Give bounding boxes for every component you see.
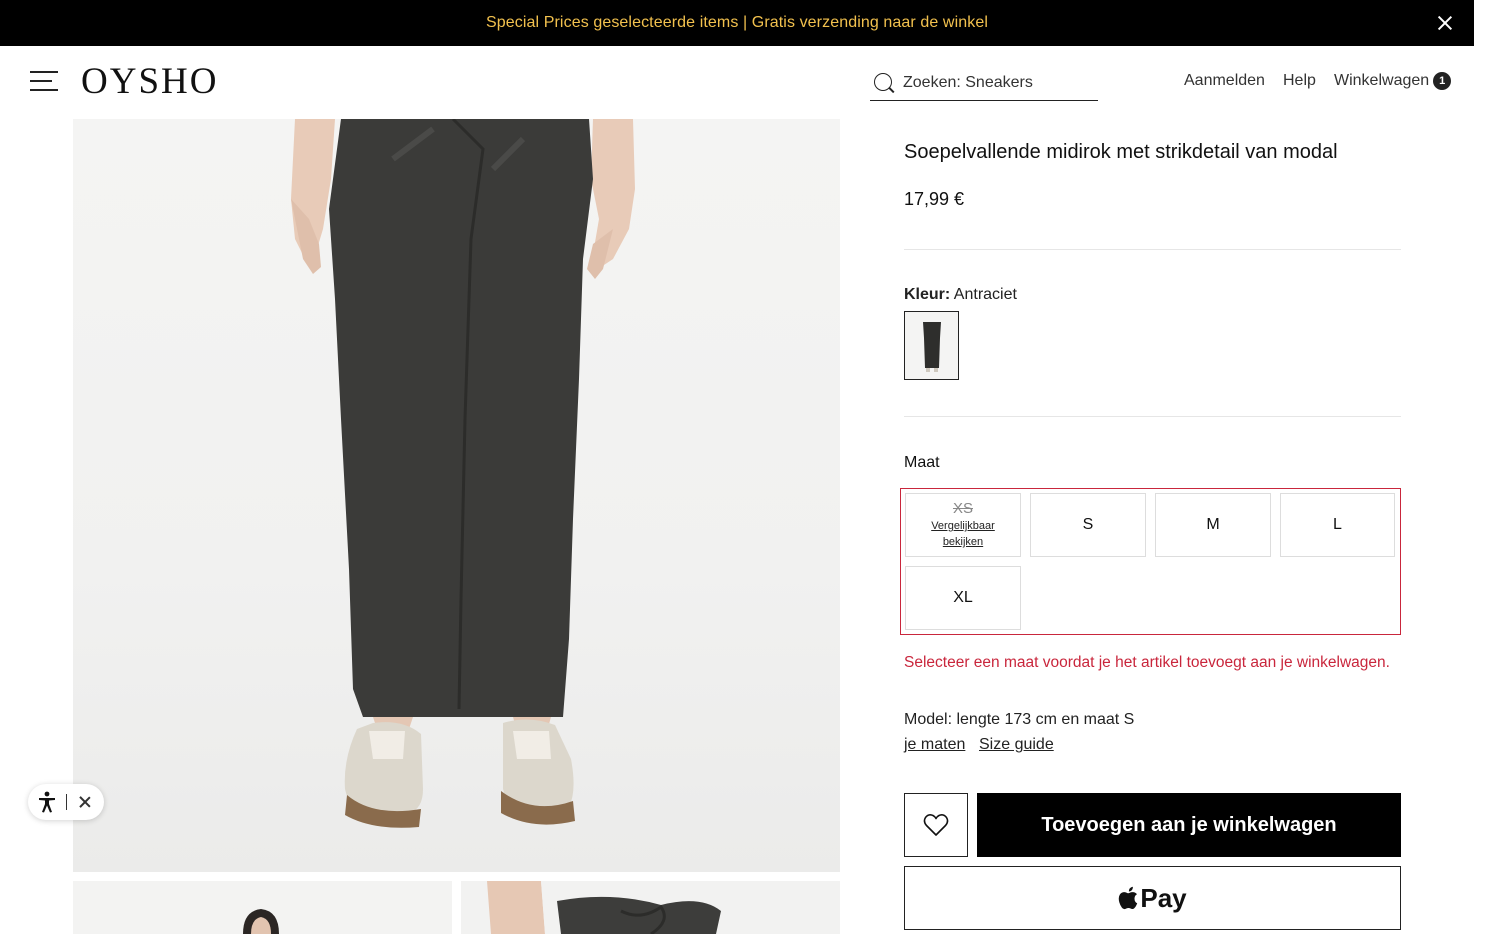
divider <box>904 249 1401 250</box>
search-input[interactable] <box>903 74 1093 92</box>
similar-items-link[interactable]: Vergelijkbaar bekijken <box>923 518 1003 550</box>
size-label: S <box>1082 516 1094 533</box>
accessibility-widget <box>28 784 104 820</box>
my-sizes-link[interactable]: je maten <box>904 736 965 754</box>
cart-label: Winkelwagen <box>1334 72 1430 89</box>
apple-pay-label: Pay <box>1140 882 1187 913</box>
size-guide-link[interactable]: Size guide <box>979 736 1054 754</box>
size-option-m[interactable]: M <box>1155 493 1271 557</box>
size-heading: Maat <box>904 454 940 471</box>
apple-pay-button[interactable]: Pay <box>904 866 1401 930</box>
size-option-xl[interactable]: XL <box>905 566 1021 630</box>
divider <box>904 416 1401 417</box>
accessibility-icon[interactable] <box>28 784 66 820</box>
product-thumbnail-2[interactable] <box>461 881 840 934</box>
thumbnail-photo-1 <box>243 909 279 934</box>
size-label: M <box>1206 516 1220 533</box>
color-value: Antraciet <box>953 286 1017 303</box>
help-link[interactable]: Help <box>1283 72 1316 90</box>
apple-icon <box>1119 886 1138 910</box>
size-option-xs[interactable]: XS Vergelijkbaar bekijken <box>905 493 1021 557</box>
color-label: Kleur: Antraciet <box>904 286 1017 304</box>
thumbnail-photo-2 <box>487 881 840 934</box>
product-thumbnail-1[interactable] <box>73 881 452 934</box>
cart-count-badge: 1 <box>1433 72 1452 90</box>
product-photo <box>291 119 635 828</box>
color-label-key: Kleur: <box>904 286 951 303</box>
search-icon[interactable] <box>872 71 896 95</box>
size-label: XL <box>953 589 973 606</box>
model-info: Model: lengte 173 cm en maat S <box>904 711 1135 728</box>
close-icon[interactable] <box>1434 12 1456 34</box>
hamburger-menu-icon[interactable] <box>30 70 60 92</box>
product-price: 17,99 € <box>904 189 965 209</box>
search-bar[interactable] <box>870 66 1098 101</box>
scrollbar-gutter <box>1474 0 1489 934</box>
wishlist-button[interactable] <box>904 793 968 857</box>
close-icon[interactable] <box>67 784 103 820</box>
size-label: XS <box>952 500 973 517</box>
cart-link[interactable]: Winkelwagen 1 <box>1334 72 1452 90</box>
size-option-l[interactable]: L <box>1280 493 1395 557</box>
add-to-cart-button[interactable]: Toevoegen aan je winkelwagen <box>977 793 1401 857</box>
brand-logo[interactable]: OYSHO <box>81 60 218 103</box>
heart-icon <box>923 814 949 836</box>
color-swatch-antraciet[interactable] <box>904 311 959 380</box>
size-error-message: Selecteer een maat voordat je het artike… <box>904 654 1390 671</box>
swatch-thumbnail <box>922 321 941 372</box>
product-title: Soepelvallende midirok met strikdetail v… <box>904 141 1338 163</box>
signin-link[interactable]: Aanmelden <box>1184 72 1265 90</box>
size-label: L <box>1333 516 1342 533</box>
site-header: OYSHO Aanmelden Help Winkelwagen1 <box>0 46 1474 118</box>
promo-bar: Special Prices geselecteerde items | Gra… <box>0 0 1474 46</box>
product-main-image[interactable] <box>73 119 840 872</box>
promo-text[interactable]: Special Prices geselecteerde items | Gra… <box>486 14 988 32</box>
size-option-s[interactable]: S <box>1030 493 1146 557</box>
